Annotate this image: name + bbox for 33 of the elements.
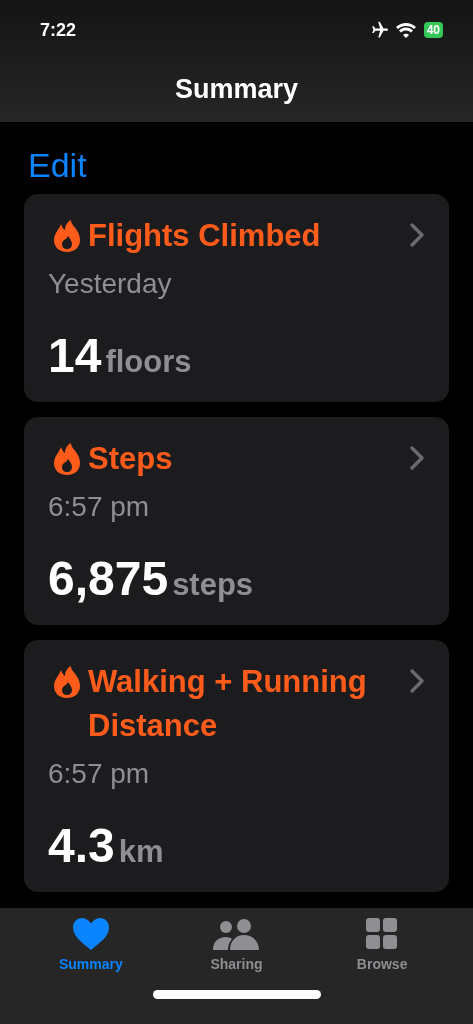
metric-card[interactable]: Steps 6:57 pm 6,875steps <box>24 417 449 625</box>
people-icon <box>213 918 260 950</box>
wifi-icon <box>395 22 416 38</box>
card-date: 6:57 pm <box>48 757 151 791</box>
metric-card[interactable]: Walking + Running Distance 6:57 pm 4.3 km <box>24 640 449 892</box>
metric-card[interactable]: Flights Climbed Yesterday 14floors <box>24 194 449 402</box>
edit-link[interactable]: Edit <box>28 146 87 184</box>
chevron-icon <box>409 222 425 248</box>
card-date: 6:57 pm <box>48 490 151 524</box>
metric-unit: floors <box>105 344 192 380</box>
card-title: Walking + Running Distance <box>88 663 368 745</box>
card-title: Flights Climbed <box>88 217 321 255</box>
status-time: 7:22 <box>40 19 77 41</box>
flame-icon <box>54 443 80 475</box>
metric-unit: km <box>118 834 164 870</box>
tab-item[interactable]: Browse <box>327 918 438 972</box>
card-date: Yesterday <box>48 267 173 301</box>
tab-item[interactable]: Sharing <box>181 918 292 972</box>
nav-title: Summary <box>173 74 300 105</box>
heart-icon <box>72 918 109 950</box>
chevron-icon <box>409 668 425 694</box>
card-title: Steps <box>88 440 173 478</box>
grid-icon <box>366 918 399 950</box>
flame-icon <box>54 666 80 698</box>
metric-value: 14 <box>48 328 102 384</box>
metric-unit: steps <box>172 567 254 603</box>
metric-value: 6,875 <box>48 551 169 607</box>
battery-level: 40 <box>423 22 443 38</box>
metric-value: 4.3 <box>48 818 115 874</box>
airplane-icon <box>369 21 388 39</box>
tab-item[interactable]: Summary <box>35 918 146 972</box>
chevron-icon <box>409 445 425 471</box>
flame-icon <box>54 220 80 252</box>
